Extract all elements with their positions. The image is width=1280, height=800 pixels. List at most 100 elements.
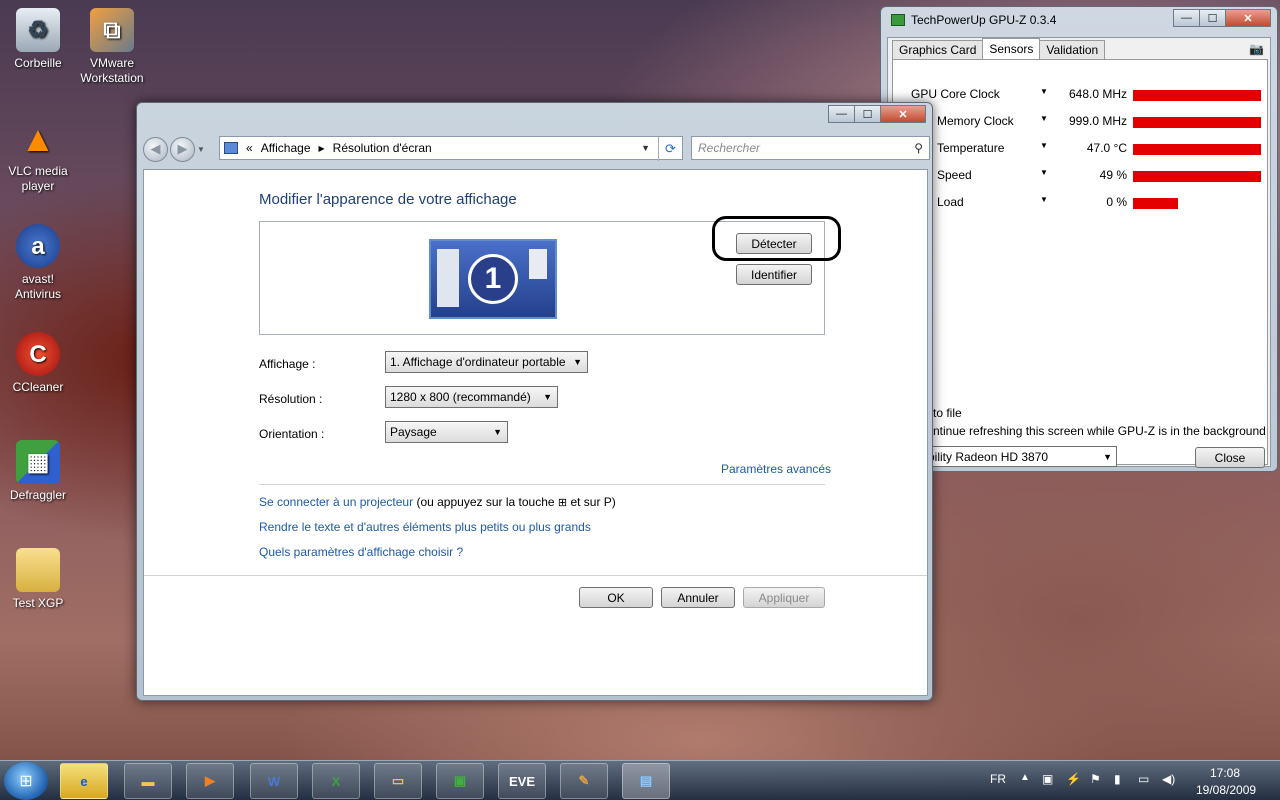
taskbar-excel[interactable]: X xyxy=(312,763,360,799)
sensor-bar xyxy=(1133,198,1178,209)
monitor-number: 1 xyxy=(468,254,518,304)
desktop-icon-label: VLC media player xyxy=(8,164,68,193)
divider xyxy=(144,575,927,576)
sensor-dropdown-icon[interactable]: ▼ xyxy=(1040,195,1048,204)
avast-icon: a xyxy=(16,224,60,268)
clock-time[interactable]: 17:08 xyxy=(1210,766,1240,780)
maximize-button[interactable]: ☐ xyxy=(1199,9,1226,27)
sensor-dropdown-icon[interactable]: ▼ xyxy=(1040,168,1048,177)
gpuz-icon: ▣ xyxy=(453,773,467,788)
gpuz-title: TechPowerUp GPU-Z 0.3.4 xyxy=(911,13,1057,27)
taskbar-explorer[interactable]: ▬ xyxy=(124,763,172,799)
language-indicator[interactable]: FR xyxy=(990,772,1006,786)
resolution-select[interactable]: 1280 x 800 (recommandé) ▼ xyxy=(385,386,558,408)
taskbar-gpuz[interactable]: ▣ xyxy=(436,763,484,799)
forward-button[interactable]: ▶ xyxy=(170,136,195,162)
gpu-select[interactable]: bility Radeon HD 3870 ▼ xyxy=(923,446,1117,467)
screen-resolution-window: — ☐ ✕ ◀ ▶ ▼ « Affichage ▶ Résolution d'é… xyxy=(136,102,933,701)
tab-sensors[interactable]: Sensors xyxy=(982,38,1041,59)
log-to-file-label[interactable]: to file xyxy=(933,406,962,420)
desktop-icon-ccleaner[interactable]: C CCleaner xyxy=(0,332,76,395)
taskbar-ie[interactable]: e xyxy=(60,763,108,799)
volume-icon[interactable]: ◀) xyxy=(1162,772,1175,786)
orientation-select[interactable]: Paysage ▼ xyxy=(385,421,508,443)
taskbar-control-panel[interactable]: ▤ xyxy=(622,763,670,799)
vmware-icon: ⧉ xyxy=(90,8,134,52)
address-bar[interactable]: « Affichage ▶ Résolution d'écran ▼ ⟳ xyxy=(219,136,683,161)
taskbar-media-player[interactable]: ▶ xyxy=(186,763,234,799)
search-input[interactable]: Rechercher ⚲ xyxy=(691,136,930,160)
close-button[interactable]: Close xyxy=(1195,447,1265,468)
taskbar: ⊞ e ▬ ▶ W X ▭ ▣ EVE ✎ ▤ FR ▲ ▣ ⚡ ⚑ ▮ ▭ ◀… xyxy=(0,760,1280,800)
battery-icon[interactable]: ▮ xyxy=(1114,772,1121,786)
sensor-name: Load xyxy=(937,195,964,209)
control-panel-icon: ▤ xyxy=(639,773,653,788)
close-window-button[interactable]: ✕ xyxy=(1225,9,1271,27)
ok-button[interactable]: OK xyxy=(579,587,653,608)
breadcrumb-affichage[interactable]: Affichage xyxy=(261,141,311,155)
sensor-name: Temperature xyxy=(937,141,1005,155)
clock-date[interactable]: 19/08/2009 xyxy=(1196,783,1256,797)
start-button[interactable]: ⊞ xyxy=(4,762,48,800)
breadcrumb-resolution[interactable]: Résolution d'écran xyxy=(333,141,432,155)
search-icon[interactable]: ⚲ xyxy=(914,141,923,155)
taskbar-paint[interactable]: ✎ xyxy=(560,763,608,799)
media-player-icon: ▶ xyxy=(205,773,215,788)
sensor-dropdown-icon[interactable]: ▼ xyxy=(1040,114,1048,123)
continue-refresh-label[interactable]: ntinue refreshing this screen while GPU-… xyxy=(933,424,1266,438)
show-hidden-icons-icon[interactable]: ▲ xyxy=(1020,772,1030,783)
which-settings-link[interactable]: Quels paramètres d'affichage choisir ? xyxy=(259,545,463,559)
desktop-icon-vlc[interactable]: ▲ VLC media player xyxy=(0,116,76,194)
sensor-value: 49 % xyxy=(1099,168,1127,182)
text-size-link[interactable]: Rendre le texte et d'autres éléments plu… xyxy=(259,520,591,534)
search-placeholder: Rechercher xyxy=(698,141,761,155)
advanced-settings-link[interactable]: Paramètres avancés xyxy=(721,462,831,476)
sensor-dropdown-icon[interactable]: ▼ xyxy=(1040,141,1048,150)
sensor-name: GPU Core Clock xyxy=(911,87,1000,101)
close-window-button[interactable]: ✕ xyxy=(880,105,926,123)
display-select[interactable]: 1. Affichage d'ordinateur portable ▼ xyxy=(385,351,588,373)
action-center-icon[interactable]: ⚑ xyxy=(1090,772,1101,786)
breadcrumb-separator-icon[interactable]: ▶ xyxy=(319,144,325,153)
network-icon[interactable]: ▣ xyxy=(1042,772,1053,786)
orientation-select-value: Paysage xyxy=(390,425,437,439)
gpuz-title-bar: TechPowerUp GPU-Z 0.3.4 xyxy=(891,13,1056,27)
taskbar-eve[interactable]: EVE xyxy=(498,763,546,799)
sensor-bar xyxy=(1133,171,1261,182)
identify-button[interactable]: Identifier xyxy=(736,264,812,285)
breadcrumb-prefix[interactable]: « xyxy=(246,141,253,155)
desktop-icon-label: Test XGP xyxy=(12,596,64,610)
monitor-window-panel xyxy=(529,249,547,279)
tab-graphics-card[interactable]: Graphics Card xyxy=(892,40,984,59)
projector-link[interactable]: Se connecter à un projecteur xyxy=(259,495,413,509)
sensor-row: GPU Core Clock ▼ 648.0 MHz xyxy=(893,84,1269,106)
apply-button[interactable]: Appliquer xyxy=(743,587,825,608)
minimize-button[interactable]: — xyxy=(1173,9,1200,27)
desktop-icon-corbeille[interactable]: ♻ Corbeille xyxy=(0,8,76,71)
camera-icon[interactable]: 📷 xyxy=(1249,42,1264,56)
desktop-icon-defraggler[interactable]: ▦ Defraggler xyxy=(0,440,76,503)
power-icon[interactable]: ⚡ xyxy=(1066,772,1081,786)
recent-pages-dropdown-icon[interactable]: ▼ xyxy=(197,145,207,154)
maximize-button[interactable]: ☐ xyxy=(854,105,881,123)
refresh-icon[interactable]: ⟳ xyxy=(658,137,682,161)
taskbar-word[interactable]: W xyxy=(250,763,298,799)
minimize-button[interactable]: — xyxy=(828,105,855,123)
monitor-1[interactable]: 1 xyxy=(429,239,557,319)
display-icon[interactable]: ▭ xyxy=(1138,772,1149,786)
tab-validation[interactable]: Validation xyxy=(1039,40,1106,59)
back-button[interactable]: ◀ xyxy=(143,136,168,162)
desktop-icon-label: Defraggler xyxy=(9,488,67,502)
sensor-dropdown-icon[interactable]: ▼ xyxy=(1040,87,1048,96)
recycle-bin-icon: ♻ xyxy=(16,8,60,52)
eve-icon: EVE xyxy=(508,773,535,789)
gpuz-window: TechPowerUp GPU-Z 0.3.4 — ☐ ✕ Graphics C… xyxy=(880,6,1278,472)
desktop-icon-vmware[interactable]: ⧉ VMware Workstation xyxy=(74,8,150,86)
address-dropdown-icon[interactable]: ▼ xyxy=(641,143,650,153)
divider xyxy=(259,484,825,485)
desktop-icon-avast[interactable]: a avast! Antivirus xyxy=(0,224,76,302)
desktop-icon-test-xgp[interactable]: Test XGP xyxy=(0,548,76,611)
cancel-button[interactable]: Annuler xyxy=(661,587,735,608)
desktop-icon-label: CCleaner xyxy=(12,380,64,394)
taskbar-folder[interactable]: ▭ xyxy=(374,763,422,799)
